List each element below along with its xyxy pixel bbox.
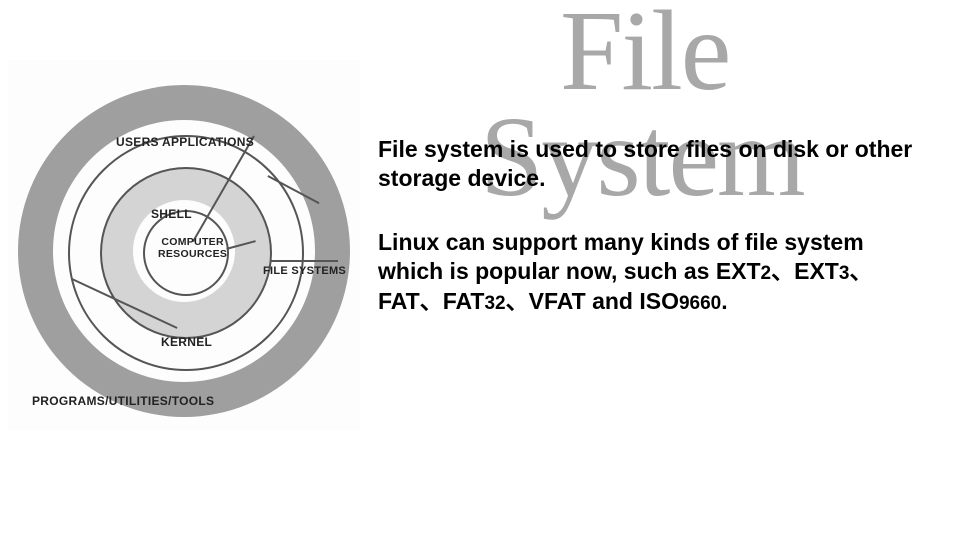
p2-num: 9660: [679, 293, 721, 314]
label-programs-utilities-tools: PROGRAMS/UTILITIES/TOOLS: [32, 394, 214, 408]
p2-sep: 、: [506, 288, 529, 314]
slide-text: File system is used to store files on di…: [378, 135, 934, 350]
p2-num: 2: [761, 263, 772, 284]
paragraph-1: File system is used to store files on di…: [378, 135, 934, 194]
slide: File System USERS APPLICATIONS SHELL FIL…: [0, 0, 960, 540]
p2-sep: 、: [771, 258, 794, 284]
p2-num: 3: [839, 263, 850, 284]
label-shell: SHELL: [151, 207, 192, 221]
p2-vfat-iso: VFAT and ISO: [529, 288, 679, 314]
p2-fat32: FAT: [443, 288, 485, 314]
p2-sep: 、: [420, 288, 443, 314]
p2-ext3: EXT: [794, 258, 839, 284]
p2-num: 32: [484, 293, 505, 314]
label-computer-resources: COMPUTER RESOURCES: [158, 236, 227, 260]
label-users-applications: USERS APPLICATIONS: [116, 135, 254, 149]
p2-sep: 、: [849, 258, 872, 284]
label-kernel: KERNEL: [161, 335, 212, 349]
watermark-line-1: File: [560, 0, 729, 108]
label-file-systems: FILE SYSTEMS: [263, 265, 346, 277]
paragraph-2: Linux can support many kinds of file sys…: [378, 228, 934, 316]
p2-fat: FAT: [378, 288, 420, 314]
p2-period: .: [721, 288, 727, 314]
leader-line: [270, 260, 338, 262]
architecture-diagram: USERS APPLICATIONS SHELL FILE SYSTEMS CO…: [8, 60, 360, 430]
